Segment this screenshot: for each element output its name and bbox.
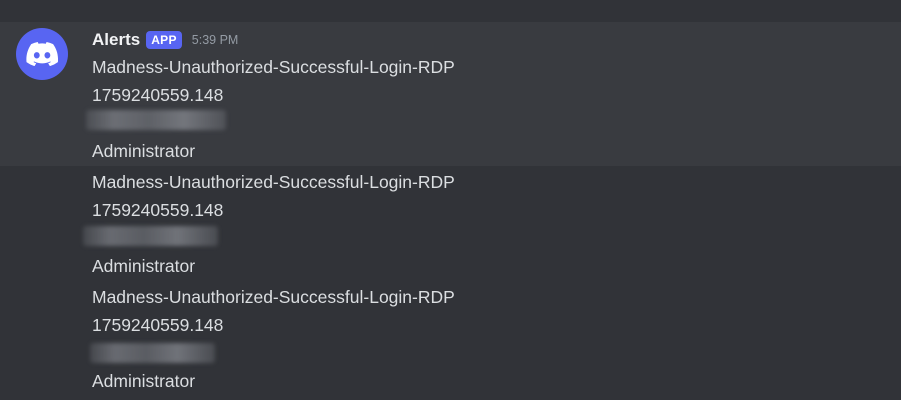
alert-name: Madness-Unauthorized-Successful-Login-RD… (92, 57, 455, 77)
event-id: 1759240559.148 (92, 315, 224, 335)
avatar[interactable] (16, 28, 68, 80)
message-timestamp[interactable]: 5:39 PM (192, 33, 239, 47)
event-id: 1759240559.148 (92, 200, 224, 220)
user-name: Administrator (92, 141, 196, 161)
redacted-field (86, 110, 226, 130)
author-name[interactable]: Alerts (92, 30, 140, 50)
alert-name: Madness-Unauthorized-Successful-Login-RD… (92, 172, 455, 192)
event-id: 1759240559.148 (92, 85, 224, 105)
redacted-field (83, 226, 218, 246)
discord-logo-icon (26, 42, 58, 66)
message-header: Alerts APP 5:39 PM (92, 29, 238, 51)
user-name: Administrator (92, 371, 196, 391)
message-list: Alerts APP 5:39 PM Madness-Unauthorized-… (0, 0, 901, 400)
user-name: Administrator (92, 256, 196, 276)
app-badge: APP (146, 31, 182, 49)
alert-name: Madness-Unauthorized-Successful-Login-RD… (92, 287, 455, 307)
redacted-field (90, 343, 215, 363)
